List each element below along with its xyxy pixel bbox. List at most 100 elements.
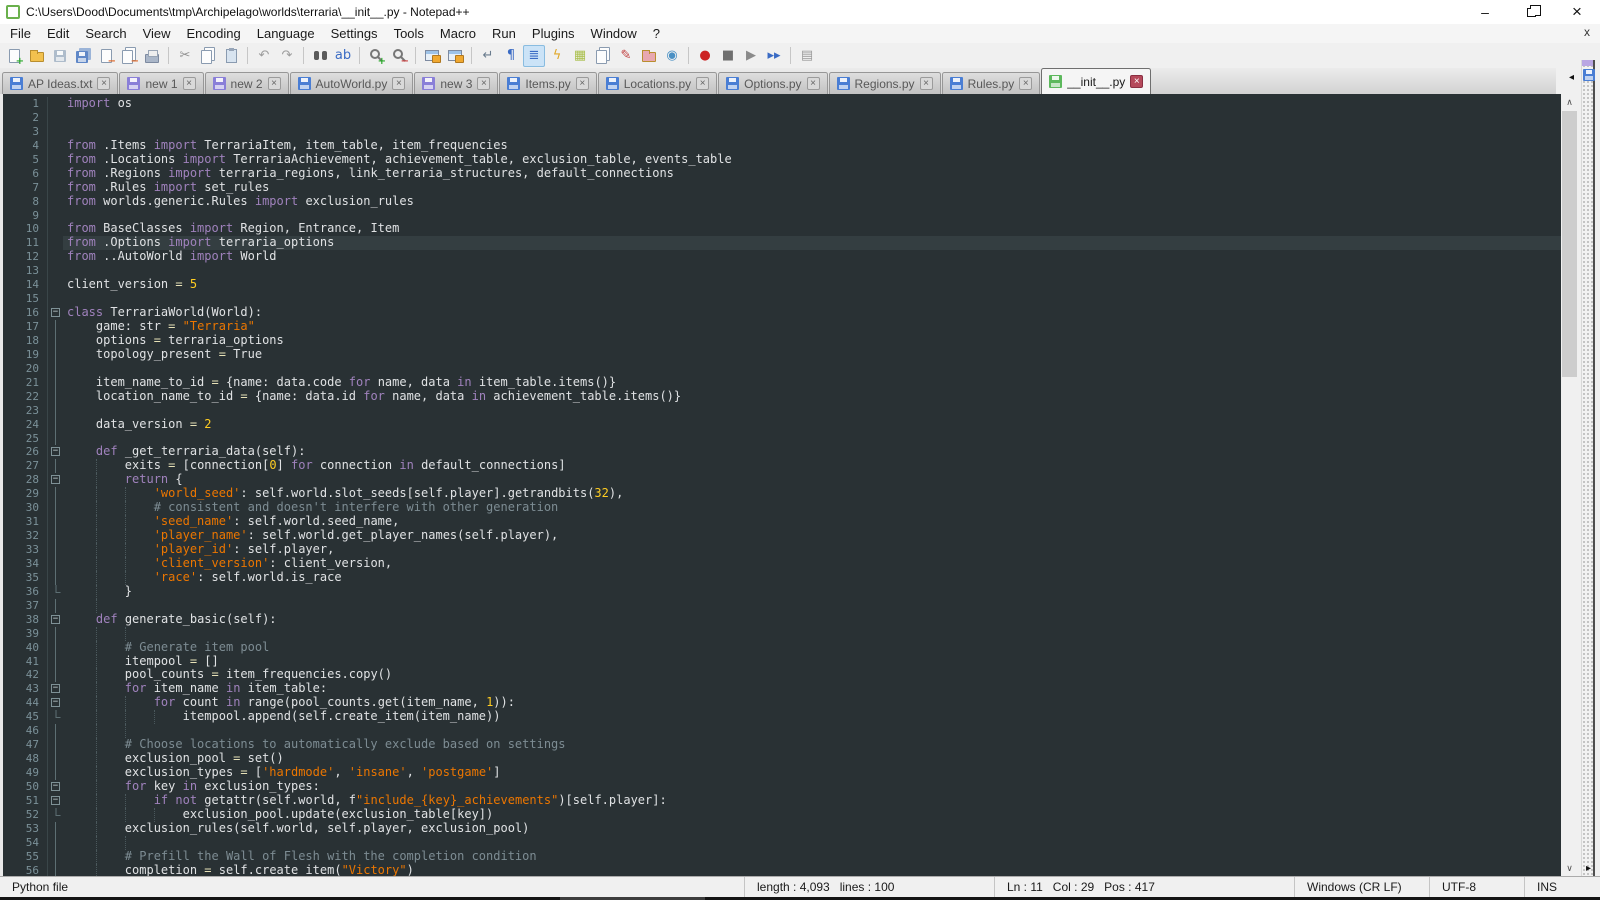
tab-close-icon[interactable]: × [97, 77, 110, 90]
menu-plugins[interactable]: Plugins [524, 24, 583, 43]
tab-close-icon[interactable]: × [1019, 77, 1032, 90]
code-line[interactable]: 30 # consistent and doesn't interfere wi… [3, 501, 1561, 515]
new-file-button[interactable]: + [3, 45, 25, 67]
synchronize-vertical-scrolling-button[interactable] [421, 45, 443, 67]
show-indent-guide-button[interactable]: ≣ [523, 45, 545, 67]
code-line[interactable]: 26− def _get_terraria_data(self): [3, 445, 1561, 459]
undo-button[interactable]: ↶ [253, 45, 275, 67]
redo-button[interactable]: ↷ [276, 45, 298, 67]
zoom-out-button[interactable]: − [388, 45, 410, 67]
code-line[interactable]: 33 'player_id': self.player, [3, 543, 1561, 557]
tab-close-icon[interactable]: × [920, 77, 933, 90]
tab-locations-py[interactable]: Locations.py× [598, 72, 717, 94]
tab-ap-ideas-txt[interactable]: AP Ideas.txt× [2, 72, 118, 94]
menu-file[interactable]: File [2, 24, 39, 43]
panel-expand-icon[interactable]: ▸ [1586, 864, 1591, 874]
code-line[interactable]: 44− for count in range(pool_counts.get(i… [3, 696, 1561, 710]
code-line[interactable]: 22 location_name_to_id = {name: data.id … [3, 390, 1561, 404]
tab-scroll-left-icon[interactable]: ◂ [1569, 72, 1574, 83]
code-line[interactable]: 47 # Choose locations to automatically e… [3, 738, 1561, 752]
code-line[interactable]: 1import os [3, 97, 1561, 111]
code-line[interactable]: 23 [3, 404, 1561, 418]
code-line[interactable]: 39 [3, 627, 1561, 641]
code-line[interactable]: 34 'client_version': client_version, [3, 557, 1561, 571]
scroll-down-arrow-icon[interactable]: ∨ [1561, 860, 1578, 876]
code-line[interactable]: 51− if not getattr(self.world, f"include… [3, 794, 1561, 808]
document-list-button[interactable] [592, 45, 614, 67]
tab-close-icon[interactable]: × [696, 77, 709, 90]
menu-view[interactable]: View [135, 24, 179, 43]
tab-regions-py[interactable]: Regions.py× [829, 72, 941, 94]
tab-options-py[interactable]: Options.py× [718, 72, 827, 94]
scroll-up-arrow-icon[interactable]: ∧ [1561, 94, 1578, 110]
show-all-characters-button[interactable]: ¶ [500, 45, 522, 67]
menu-tools[interactable]: Tools [386, 24, 432, 43]
code-line[interactable]: 49 exclusion_types = ['hardmode', 'insan… [3, 766, 1561, 780]
code-line[interactable]: 25 [3, 432, 1561, 446]
code-line[interactable]: 52 exclusion_pool.update(exclusion_table… [3, 808, 1561, 822]
tab-close-icon[interactable]: × [392, 77, 405, 90]
code-line[interactable]: 15 [3, 292, 1561, 306]
find-button[interactable] [309, 45, 331, 67]
menu-settings[interactable]: Settings [323, 24, 386, 43]
code-line[interactable]: 3 [3, 125, 1561, 139]
menu-help[interactable]: ? [645, 24, 668, 43]
code-line[interactable]: 7from .Rules import set_rules [3, 181, 1561, 195]
menu-run[interactable]: Run [484, 24, 524, 43]
copy-button[interactable] [197, 45, 219, 67]
fold-collapse-icon[interactable]: − [51, 698, 60, 707]
save-button[interactable] [49, 45, 71, 67]
code-line[interactable]: 27 exits = [connection[0] for connection… [3, 459, 1561, 473]
tab-rules-py[interactable]: Rules.py× [942, 72, 1041, 94]
zoom-in-button[interactable]: + [365, 45, 387, 67]
close-button[interactable]: × [1554, 0, 1600, 24]
stop-macro-recording-button[interactable]: ■ [717, 45, 739, 67]
tab-autoworld-py[interactable]: AutoWorld.py× [290, 72, 414, 94]
tab-close-icon[interactable]: × [576, 77, 589, 90]
code-line[interactable]: 4from .Items import TerrariaItem, item_t… [3, 139, 1561, 153]
menubar-close-icon[interactable]: x [1584, 26, 1590, 38]
maximize-restore-button[interactable] [1508, 0, 1554, 24]
code-line[interactable]: 19 topology_present = True [3, 348, 1561, 362]
code-line[interactable]: 38− def generate_basic(self): [3, 613, 1561, 627]
tab-close-icon[interactable]: × [268, 77, 281, 90]
code-line[interactable]: 31 'seed_name': self.world.seed_name, [3, 515, 1561, 529]
code-line[interactable]: 8from worlds.generic.Rules import exclus… [3, 195, 1561, 209]
vertical-scrollbar[interactable]: ∧ ∨ [1561, 94, 1578, 876]
menu-search[interactable]: Search [77, 24, 134, 43]
run-macro-multiple-times-button[interactable]: ▸▸ [763, 45, 785, 67]
tab-close-icon[interactable]: × [1130, 75, 1143, 88]
code-line[interactable]: 24 data_version = 2 [3, 418, 1561, 432]
tab-new-3[interactable]: new 3× [414, 72, 498, 94]
code-line[interactable]: 10from BaseClasses import Region, Entran… [3, 222, 1561, 236]
function-completion-button[interactable]: ✎ [615, 45, 637, 67]
tab--init-py[interactable]: __init__.py× [1041, 68, 1151, 94]
code-line[interactable]: 12from ..AutoWorld import World [3, 250, 1561, 264]
code-line[interactable]: 54 [3, 836, 1561, 850]
code-line[interactable]: 45 itempool.append(self.create_item(item… [3, 710, 1561, 724]
save-all-button[interactable] [72, 45, 94, 67]
close-all-documents-button[interactable]: − [118, 45, 140, 67]
code-editor[interactable]: 1import os 23 4from .Items import Terraria… [3, 94, 1561, 876]
code-line[interactable]: 9 [3, 209, 1561, 223]
code-line[interactable]: 35 'race': self.world.is_race [3, 571, 1561, 585]
code-line[interactable]: 17 game: str = "Terraria" [3, 320, 1561, 334]
code-line[interactable]: 46 [3, 724, 1561, 738]
code-line[interactable]: 29 'world_seed': self.world.slot_seeds[s… [3, 487, 1561, 501]
code-line[interactable]: 40 # Generate item pool [3, 641, 1561, 655]
folder-as-workspace-button[interactable] [638, 45, 660, 67]
code-line[interactable]: 32 'player_name': self.world.get_player_… [3, 529, 1561, 543]
word-wrap-button[interactable]: ↵ [477, 45, 499, 67]
synchronize-horizontal-scrolling-button[interactable] [444, 45, 466, 67]
menu-macro[interactable]: Macro [432, 24, 484, 43]
code-line[interactable]: 42 pool_counts = item_frequencies.copy() [3, 668, 1561, 682]
tab-close-icon[interactable]: × [477, 77, 490, 90]
code-line[interactable]: 36 } [3, 585, 1561, 599]
code-line[interactable]: 14client_version = 5 [3, 278, 1561, 292]
code-line[interactable]: 6from .Regions import terraria_regions, … [3, 167, 1561, 181]
code-line[interactable]: 55 # Prefill the Wall of Flesh with the … [3, 850, 1561, 864]
tab-items-py[interactable]: Items.py× [499, 72, 596, 94]
close-document-button[interactable]: − [95, 45, 117, 67]
function-list-button[interactable]: ϟ [546, 45, 568, 67]
code-line[interactable]: 11from .Options import terraria_options [3, 236, 1561, 250]
